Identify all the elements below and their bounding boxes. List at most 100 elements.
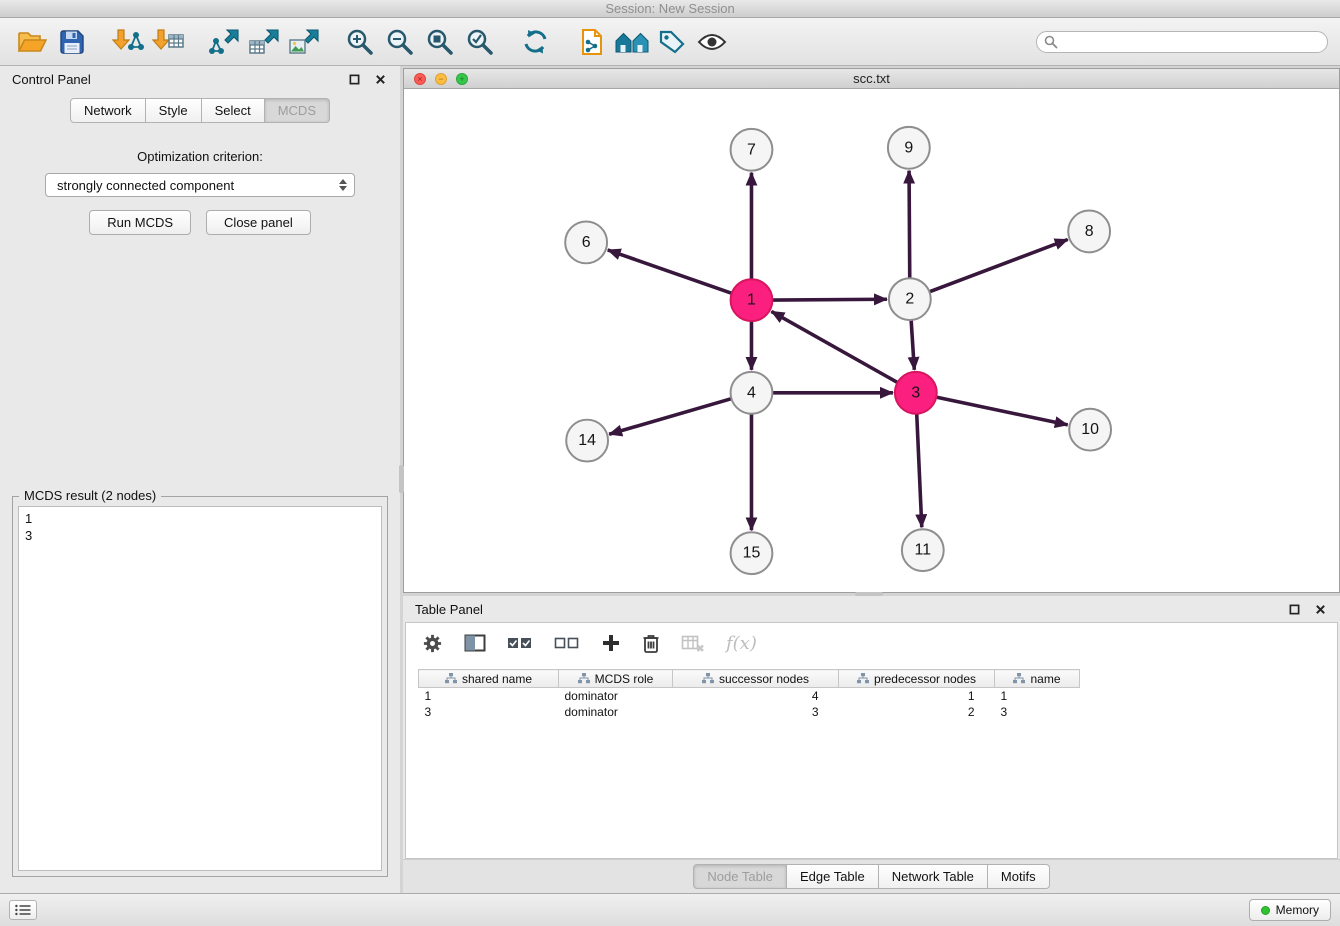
graph-node[interactable]: 6 (565, 221, 607, 263)
graph-edge[interactable] (936, 397, 1067, 425)
mcds-result-line: 3 (25, 527, 375, 544)
delete-row-button[interactable] (642, 633, 660, 654)
main-toolbar (0, 18, 1340, 66)
close-panel-button[interactable] (372, 71, 388, 87)
criterion-dropdown-value: strongly connected component (57, 178, 234, 193)
column-chooser-button[interactable] (464, 633, 486, 653)
memory-button[interactable]: Memory (1249, 899, 1331, 921)
zoom-in-button[interactable] (340, 23, 380, 61)
column-chooser-icon (464, 633, 486, 653)
graph-node[interactable]: 10 (1069, 409, 1111, 451)
float-table-panel-button[interactable] (1286, 601, 1302, 617)
graph-node-label: 3 (911, 384, 920, 401)
tab-select[interactable]: Select (202, 98, 265, 123)
graph-node[interactable]: 2 (889, 278, 931, 320)
column-header[interactable]: shared name (419, 670, 559, 688)
run-mcds-button[interactable]: Run MCDS (89, 210, 191, 235)
graph-node[interactable]: 14 (566, 420, 608, 462)
graph-edge[interactable] (911, 320, 914, 370)
optimization-criterion-label: Optimization criterion: (0, 149, 400, 164)
graph-node[interactable]: 9 (888, 127, 930, 169)
graph-node[interactable]: 11 (902, 529, 944, 571)
float-panel-button[interactable] (346, 71, 362, 87)
mcds-result-title: MCDS result (2 nodes) (19, 488, 161, 503)
graph-edge[interactable] (771, 311, 897, 382)
table-row[interactable]: 3dominator323 (419, 704, 1080, 720)
tab-mcds[interactable]: MCDS (265, 98, 330, 123)
import-table-button[interactable] (148, 23, 188, 61)
memory-label: Memory (1276, 903, 1319, 917)
window-minimize-icon[interactable]: − (435, 73, 447, 85)
graph-node[interactable]: 4 (731, 372, 773, 414)
graph-edge[interactable] (929, 240, 1067, 292)
tab-edge-table[interactable]: Edge Table (787, 864, 879, 889)
select-all-button[interactable] (507, 634, 533, 652)
table-row[interactable]: 1dominator411 (419, 688, 1080, 704)
mcds-result-list[interactable]: 13 (18, 506, 382, 871)
column-edit-icon (445, 673, 457, 684)
show-graphics-details-button[interactable] (692, 23, 732, 61)
control-panel-tabs: Network Style Select MCDS (0, 98, 400, 123)
column-header[interactable]: successor nodes (673, 670, 839, 688)
network-view-window: × − + scc.txt 7 9 6 8 1 2 4 3 14 10 15 11 (403, 68, 1340, 593)
search-input[interactable] (1036, 31, 1328, 53)
zoom-out-button[interactable] (380, 23, 420, 61)
graph-node-label: 1 (747, 292, 756, 309)
window-zoom-icon[interactable]: + (456, 73, 468, 85)
network-canvas[interactable]: 7 9 6 8 1 2 4 3 14 10 15 11 (404, 90, 1339, 592)
network-graph[interactable]: 7 9 6 8 1 2 4 3 14 10 15 11 (404, 90, 1339, 592)
close-table-panel-button[interactable] (1312, 601, 1328, 617)
table-settings-button[interactable] (422, 633, 443, 654)
save-icon (59, 29, 85, 55)
list-icon (15, 904, 31, 916)
close-panel-action-button[interactable]: Close panel (206, 210, 311, 235)
export-network-button[interactable] (204, 23, 244, 61)
graph-edge[interactable] (609, 399, 731, 435)
delete-table-button[interactable] (681, 633, 705, 653)
graph-edge[interactable] (608, 250, 732, 293)
home-icon (614, 29, 650, 55)
table-cell: dominator (559, 704, 673, 720)
task-history-button[interactable] (9, 900, 37, 920)
graph-edge[interactable] (772, 299, 887, 300)
home-button[interactable] (612, 23, 652, 61)
table-panel-header: Table Panel (403, 596, 1340, 622)
graph-node[interactable]: 15 (731, 532, 773, 574)
table-cell: 1 (419, 688, 559, 704)
tab-style[interactable]: Style (146, 98, 202, 123)
graph-node[interactable]: 1 (731, 279, 773, 321)
graph-node[interactable]: 7 (731, 129, 773, 171)
refresh-icon (521, 28, 551, 56)
network-file-button[interactable] (572, 23, 612, 61)
graph-edge[interactable] (917, 414, 922, 528)
zoom-fit-button[interactable] (420, 23, 460, 61)
export-image-button[interactable] (284, 23, 324, 61)
column-header[interactable]: MCDS role (559, 670, 673, 688)
deselect-all-button[interactable] (554, 634, 580, 652)
tab-node-table[interactable]: Node Table (693, 864, 787, 889)
import-network-button[interactable] (108, 23, 148, 61)
window-close-icon[interactable]: × (414, 73, 426, 85)
network-window-titlebar[interactable]: × − + scc.txt (404, 69, 1339, 89)
vertical-splitter-handle[interactable] (399, 465, 404, 493)
tab-motifs[interactable]: Motifs (988, 864, 1050, 889)
graph-edge[interactable] (909, 171, 910, 279)
function-builder-button[interactable]: f(x) (726, 633, 757, 654)
export-table-button[interactable] (244, 23, 284, 61)
add-row-button[interactable] (601, 633, 621, 653)
graph-node[interactable]: 3 (895, 372, 937, 414)
apply-style-button[interactable] (652, 23, 692, 61)
tab-network[interactable]: Network (70, 98, 146, 123)
column-header[interactable]: predecessor nodes (839, 670, 995, 688)
column-header[interactable]: name (995, 670, 1080, 688)
zoom-selected-button[interactable] (460, 23, 500, 61)
graph-node[interactable]: 8 (1068, 211, 1110, 253)
network-window-title: scc.txt (853, 71, 890, 86)
graph-node-label: 15 (743, 545, 761, 562)
open-file-button[interactable] (12, 23, 52, 61)
save-session-button[interactable] (52, 23, 92, 61)
refresh-button[interactable] (516, 23, 556, 61)
eye-icon (697, 32, 727, 52)
criterion-dropdown[interactable]: strongly connected component (45, 173, 355, 197)
tab-network-table[interactable]: Network Table (879, 864, 988, 889)
